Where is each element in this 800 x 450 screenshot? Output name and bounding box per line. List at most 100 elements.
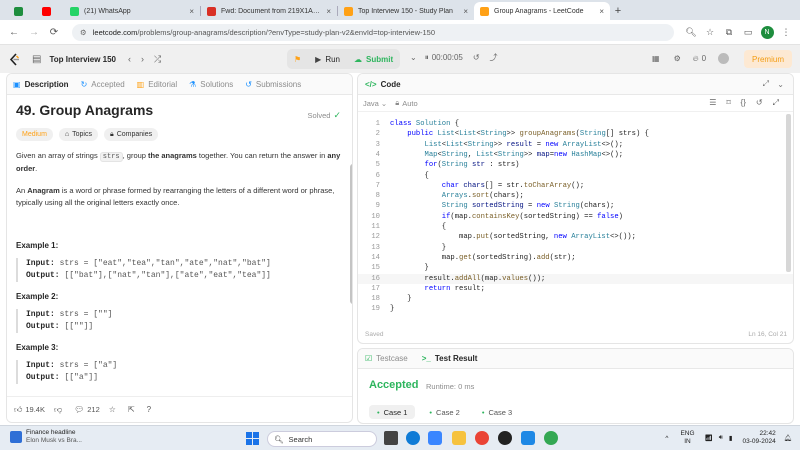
tab-solutions[interactable]: ⚗ Solutions [189,80,233,89]
file-explorer-icon[interactable] [452,431,466,445]
close-tab-icon[interactable]: × [463,7,468,16]
clock[interactable]: 22:42 03-09-2024 [742,430,775,446]
dell-icon[interactable] [498,431,512,445]
debug-button[interactable]: ⚑ [287,49,308,69]
code-line[interactable]: 6 { [358,171,793,181]
browser-tab[interactable] [36,2,64,20]
browser-tab[interactable]: Fwd: Document from 219X1A… × [201,2,337,20]
code-editor[interactable]: 1 class Solution {2 public List<List<Stri… [358,114,793,314]
code-line[interactable]: 8 Arrays.sort(chars); [358,191,793,201]
tray-overflow-icon[interactable]: ^ [665,435,668,442]
bookmark-icon[interactable]: ⌑ [726,98,730,108]
case-tab[interactable]: • Case 2 [421,405,467,419]
dislike-button[interactable]: 👎︎ [54,405,65,415]
tab-test-result[interactable]: >_ Test Result [422,354,478,363]
tab-description[interactable]: ▣ Description [13,80,69,89]
study-plan-title[interactable]: Top Interview 150 [49,55,116,64]
format-icon[interactable]: ☰ [709,98,716,108]
code-line[interactable]: 13 } [358,243,793,253]
sidebar-icon[interactable]: ▭ [740,24,756,40]
notifications-bell-icon[interactable]: 🔔︎ [784,434,792,442]
prev-problem-icon[interactable]: ‹ [128,54,131,64]
store-icon[interactable] [428,431,442,445]
task-view-icon[interactable] [384,431,398,445]
settings-gear-icon[interactable]: ⚙ [674,54,681,63]
leetcode-logo-icon[interactable] [8,52,22,66]
search-lens-icon[interactable]: 🔍︎ [683,24,699,40]
share-button[interactable]: ⇱ [128,405,138,414]
close-tab-icon[interactable]: × [599,7,604,16]
browser-tab[interactable]: Top Interview 150 - Study Plan × [338,2,474,20]
brackets-icon[interactable]: {} [741,98,746,108]
fire-streak-icon[interactable]: 🔥︎ [693,54,699,64]
editor-scrollbar[interactable] [786,114,791,272]
browser-tab[interactable]: Group Anagrams - LeetCode × [474,2,610,20]
code-line[interactable]: 4 Map<String, List<String>> map=new Hash… [358,150,793,160]
difficulty-badge[interactable]: Medium [16,128,53,141]
start-button[interactable] [246,432,259,445]
battery-icon[interactable]: ▮ [729,434,733,442]
code-line[interactable]: 1 class Solution { [358,119,793,129]
forward-icon[interactable]: → [26,24,42,40]
code-line[interactable]: 7 char chars[] = str.toCharArray(); [358,181,793,191]
browser-tab[interactable]: (21) WhatsApp × [64,2,200,20]
reset-code-icon[interactable]: ↺ [756,98,763,108]
code-line[interactable]: 19} [358,304,793,314]
fullscreen-icon[interactable]: ⤢ [773,98,779,108]
description-scrollbar[interactable] [350,164,352,304]
timer-value[interactable]: 00:00:05 [432,53,463,62]
menu-kebab-icon[interactable]: ⋮ [778,24,794,40]
code-line[interactable]: 10 if(map.containsKey(sortedString) == f… [358,212,793,222]
next-problem-icon[interactable]: › [141,54,144,64]
case-tab[interactable]: • Case 1 [369,405,416,419]
tab-accepted[interactable]: ↻ Accepted [81,80,125,89]
code-line[interactable]: 2 public List<List<String>> groupAnagram… [358,129,793,139]
profile-avatar[interactable]: N [759,24,775,40]
like-button[interactable]: 👍︎ 19.4K [14,405,45,415]
comments-button[interactable]: 💬︎ 212 [74,405,100,414]
layout-icon[interactable]: ▦ [652,54,660,63]
code-line[interactable]: 16 result.addAll(map.values()); [358,273,793,284]
extensions-icon[interactable]: ⧉ [721,24,737,40]
code-line[interactable]: 11 { [358,222,793,232]
problem-title[interactable]: 49. Group Anagrams [16,102,341,118]
run-button[interactable]: ▶ Run [308,49,347,69]
chrome-icon[interactable] [475,431,489,445]
user-avatar[interactable] [718,53,730,64]
help-button[interactable]: ? [147,405,154,414]
tab-submissions[interactable]: ↺ Submissions [245,80,301,89]
code-line[interactable]: 14 map.get(sortedString).add(str); [358,253,793,263]
shuffle-icon[interactable]: ⤮ [154,54,161,65]
maximize-icon[interactable]: ⤢ [763,79,769,89]
close-tab-icon[interactable]: × [189,7,194,16]
cloud-upload-icon[interactable]: ⤴ [490,52,498,63]
code-line[interactable]: 18 } [358,294,793,304]
back-icon[interactable]: ← [6,24,22,40]
site-info-icon[interactable]: ⚙ [80,28,87,37]
bookmark-star-icon[interactable]: ☆ [702,24,718,40]
taskbar-search[interactable]: 🔍︎ Search [267,431,377,447]
tab-editorial[interactable]: ▥ Editorial [137,80,177,89]
code-line[interactable]: 5 for(String str : strs) [358,160,793,170]
premium-button[interactable]: Premium [743,50,792,68]
problem-list-icon[interactable]: ▤ [32,54,41,65]
topics-chip[interactable]: ⌂ Topics [58,128,98,141]
code-line[interactable]: 3 List<List<String>> result = new ArrayL… [358,140,793,150]
reset-timer-icon[interactable]: ↺ [473,53,480,62]
language-select[interactable]: Java ⌄ [363,99,387,108]
new-tab-icon[interactable]: + [610,2,626,20]
collapse-panel-icon[interactable]: ⌄ [777,80,784,89]
tab-testcase[interactable]: ☑ Testcase [365,354,408,363]
wifi-icon[interactable]: 📶︎ [705,434,713,442]
submit-button[interactable]: ☁ Submit [347,49,400,69]
code-line[interactable]: 17 return result; [358,284,793,294]
companies-chip[interactable]: 🔒︎ Companies [103,128,159,141]
vscode-icon[interactable] [521,431,535,445]
code-line[interactable]: 12 map.put(sortedString, new ArrayList<>… [358,232,793,242]
edge-icon[interactable] [406,431,420,445]
pause-icon[interactable]: ⏸ [425,53,429,63]
volume-icon[interactable]: 🔊︎ [719,434,723,442]
notification-count[interactable]: 0 [702,54,706,63]
browser-tab[interactable] [8,2,36,20]
code-line[interactable]: 15 } [358,263,793,273]
